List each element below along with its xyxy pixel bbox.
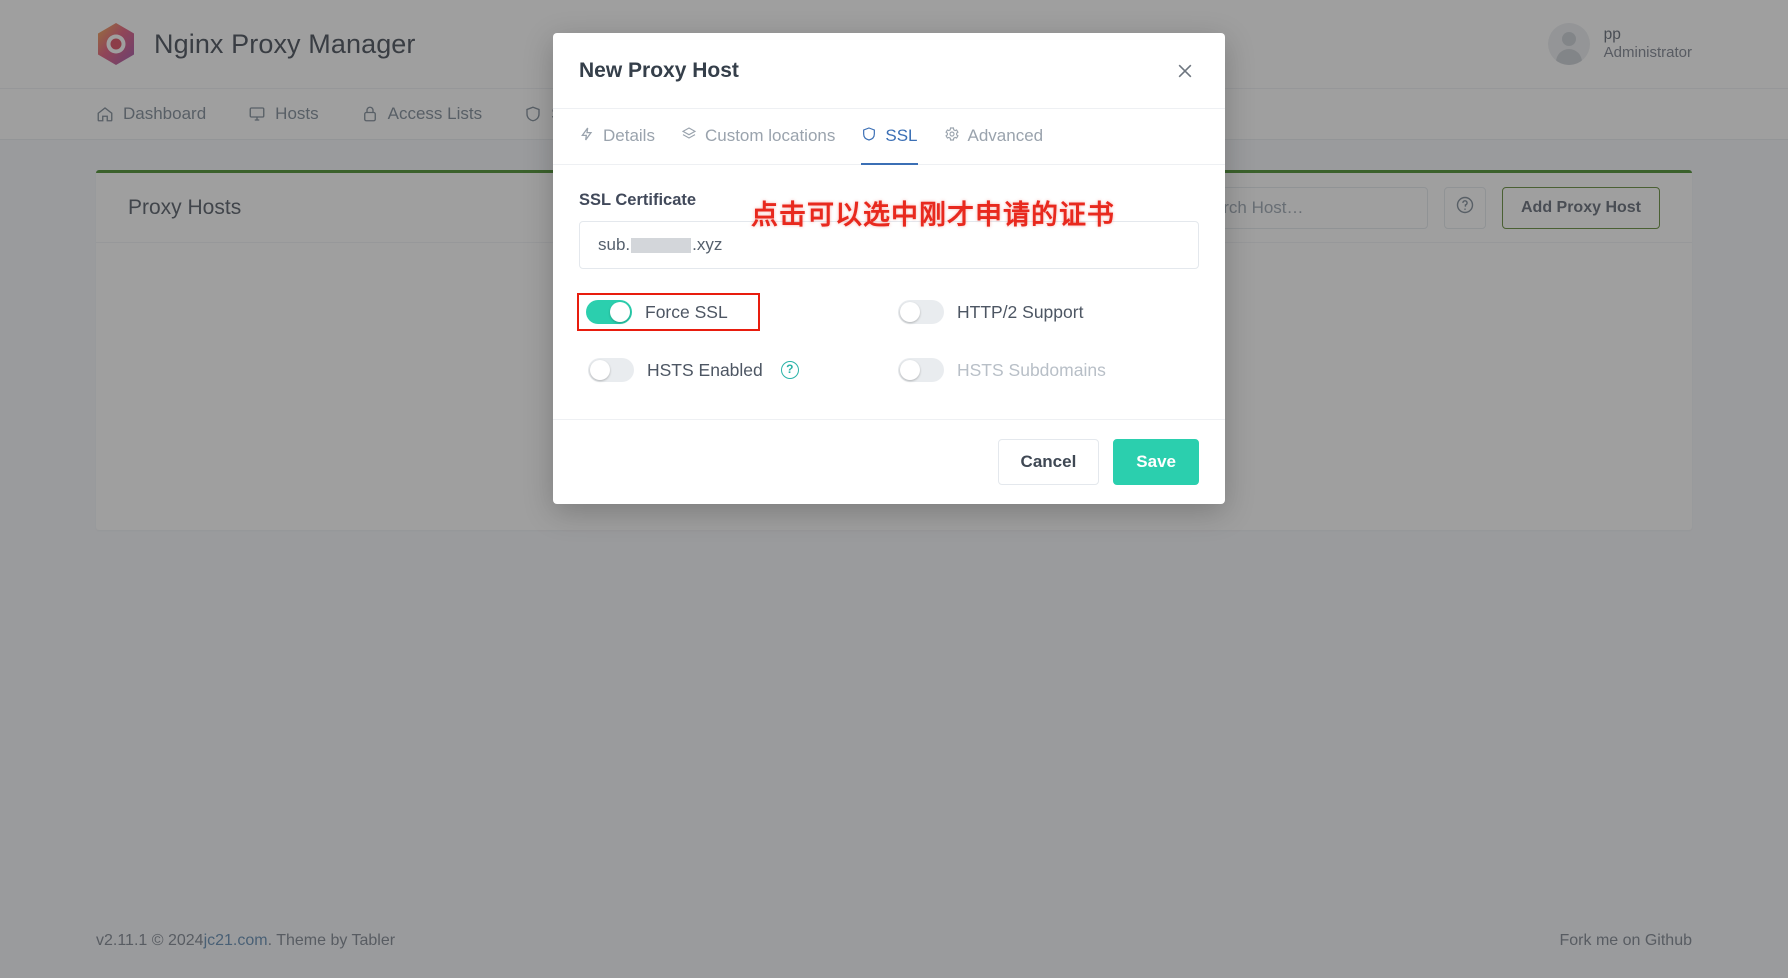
http2-support-group: HTTP/2 Support: [889, 293, 1092, 331]
annotation-chinese-text: 点击可以选中刚才申请的证书: [751, 200, 1115, 231]
toggle-knob: [900, 302, 920, 322]
user-menu[interactable]: pp Administrator: [1547, 23, 1692, 65]
hsts-enabled-toggle[interactable]: [588, 358, 634, 382]
home-icon: [96, 105, 114, 123]
bolt-icon: [579, 126, 595, 147]
avatar: [1547, 23, 1590, 65]
http2-support-label: HTTP/2 Support: [957, 301, 1084, 322]
tab-advanced[interactable]: Advanced: [944, 109, 1044, 165]
hsts-subdomains-toggle[interactable]: [898, 358, 944, 382]
modal-tabs: Details Custom locations SSL Advanced: [553, 109, 1225, 165]
new-proxy-host-modal: New Proxy Host Details Custom locations …: [553, 33, 1225, 504]
nav-label: Hosts: [275, 104, 319, 123]
toggle-cell-force-ssl: Force SSL: [577, 293, 889, 331]
user-info: pp Administrator: [1604, 25, 1692, 63]
footer-link-jc21[interactable]: jc21.com: [204, 932, 268, 950]
layers-icon: [681, 126, 697, 147]
app-footer: v2.11.1 © 2024 jc21.com . Theme by Table…: [0, 904, 1788, 978]
toggle-knob: [900, 360, 920, 380]
save-button[interactable]: Save: [1113, 439, 1199, 485]
gear-icon: [944, 126, 960, 147]
force-ssl-toggle[interactable]: [586, 300, 632, 324]
nav-item-hosts[interactable]: Hosts: [248, 89, 319, 139]
tab-custom-locations[interactable]: Custom locations: [681, 109, 835, 165]
toggle-knob: [590, 360, 610, 380]
add-proxy-host-button[interactable]: Add Proxy Host: [1501, 186, 1660, 229]
modal-title: New Proxy Host: [579, 58, 739, 82]
brand[interactable]: Nginx Proxy Manager: [96, 22, 416, 66]
app-root: Nginx Proxy Manager pp Administrator Das…: [0, 0, 1788, 978]
ssl-options-grid: Force SSL HTTP/2 Support HSTS Enabled ? …: [577, 293, 1199, 389]
modal-header: New Proxy Host: [553, 33, 1225, 109]
nav-item-dashboard[interactable]: Dashboard: [96, 89, 206, 139]
redacted-domain-block: [631, 237, 692, 253]
http2-support-toggle[interactable]: [898, 300, 944, 324]
help-button[interactable]: [1443, 186, 1486, 229]
toggle-knob: [610, 302, 630, 322]
question-circle-icon: [1455, 195, 1475, 220]
user-role: Administrator: [1603, 44, 1692, 62]
toggle-cell-hsts-subdomains: HSTS Subdomains: [889, 351, 1199, 389]
tab-details[interactable]: Details: [579, 109, 655, 165]
toggle-cell-http2-support: HTTP/2 Support: [889, 293, 1199, 331]
toggle-cell-hsts-enabled: HSTS Enabled ?: [579, 351, 889, 389]
tab-label: SSL: [885, 126, 918, 145]
close-icon[interactable]: [1171, 57, 1199, 85]
tab-label: Custom locations: [704, 126, 836, 145]
footer-github-link[interactable]: Fork me on Github: [1560, 932, 1693, 950]
modal-footer: Cancel Save: [553, 419, 1225, 504]
brand-name: Nginx Proxy Manager: [154, 28, 416, 59]
page-title: Proxy Hosts: [128, 195, 242, 219]
tab-label: Details: [603, 126, 655, 145]
footer-theme: . Theme by Tabler: [267, 932, 396, 949]
nav-label: Access Lists: [387, 104, 483, 123]
shield-icon: [861, 126, 877, 147]
help-circle-icon[interactable]: ?: [780, 361, 799, 379]
tab-label: Advanced: [967, 126, 1044, 145]
hsts-subdomains-label: HSTS Subdomains: [957, 359, 1106, 380]
monitor-icon: [248, 105, 266, 123]
nav-label: Dashboard: [123, 104, 207, 123]
footer-version: v2.11.1 © 2024: [96, 932, 204, 949]
force-ssl-highlight-box: Force SSL: [577, 293, 760, 331]
hexagon-logo-icon: [96, 22, 136, 66]
ssl-certificate-value-suffix: .xyz: [692, 235, 723, 254]
modal-body: SSL Certificate sub. .xyz 点击可以选中刚才申请的证书 …: [553, 165, 1225, 419]
hsts-enabled-group: HSTS Enabled ?: [579, 351, 808, 389]
user-name: pp: [1603, 25, 1621, 43]
tab-ssl[interactable]: SSL: [861, 109, 918, 165]
hsts-subdomains-group: HSTS Subdomains: [889, 351, 1115, 389]
force-ssl-label: Force SSL: [645, 301, 728, 322]
shield-icon: [524, 105, 542, 123]
hsts-enabled-label: HSTS Enabled: [647, 359, 763, 380]
cancel-button[interactable]: Cancel: [997, 439, 1100, 485]
ssl-certificate-value-prefix: sub.: [598, 235, 631, 254]
lock-icon: [361, 105, 379, 123]
nav-item-access-lists[interactable]: Access Lists: [361, 89, 482, 139]
